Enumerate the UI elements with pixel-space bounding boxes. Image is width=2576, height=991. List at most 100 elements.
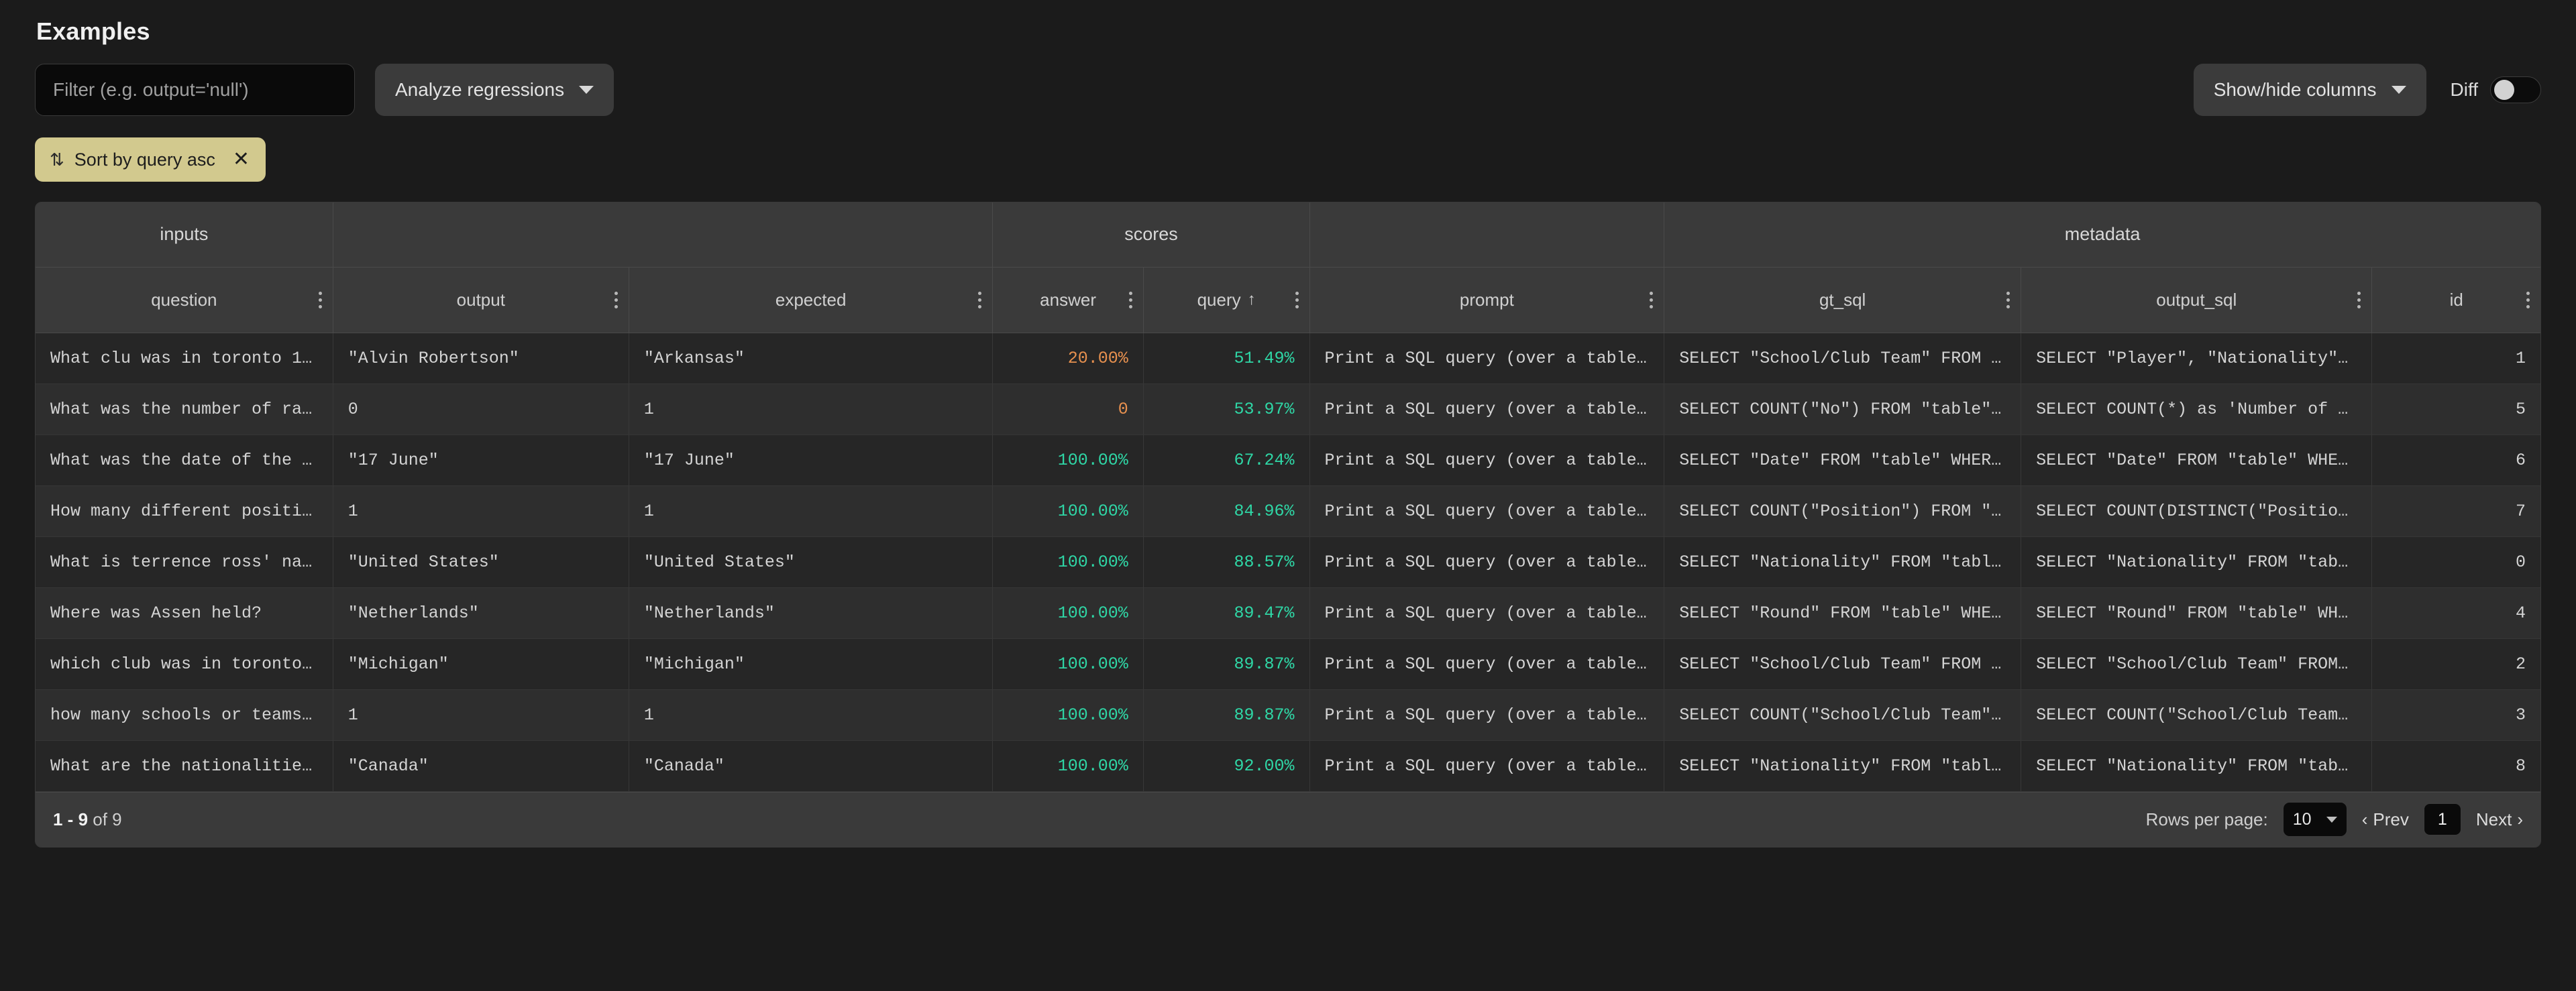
cell-expected[interactable]: "Canada" — [629, 740, 994, 792]
cell-prompt[interactable]: Print a SQL query (over a table … — [1309, 740, 1665, 792]
cell-answer[interactable]: 100.00% — [992, 536, 1144, 588]
show-hide-columns-button[interactable]: Show/hide columns — [2193, 64, 2426, 116]
column-menu-icon[interactable] — [1650, 291, 1654, 308]
cell-output-sql[interactable]: SELECT "Round" FROM "table" WHER… — [2021, 587, 2373, 639]
column-header-id[interactable]: id — [2371, 267, 2540, 333]
cell-prompt[interactable]: Print a SQL query (over a table … — [1309, 333, 1665, 384]
cell-output[interactable]: "17 June" — [333, 434, 629, 486]
table-row[interactable]: how many schools or teams had ja…11100.0… — [36, 689, 2540, 741]
cell-query[interactable]: 88.57% — [1143, 536, 1310, 588]
cell-question[interactable]: What clu was in toronto 1995-96 — [36, 333, 333, 384]
column-header-output-sql[interactable]: output_sql — [2021, 267, 2373, 333]
cell-id[interactable]: 7 — [2371, 485, 2540, 537]
column-menu-icon[interactable] — [978, 291, 982, 308]
cell-answer[interactable]: 100.00% — [992, 740, 1144, 792]
cell-gt-sql[interactable]: SELECT COUNT("Position") FROM "t… — [1664, 485, 2022, 537]
cell-output-sql[interactable]: SELECT "Date" FROM "table" WHERE… — [2021, 434, 2373, 486]
cell-id[interactable]: 6 — [2371, 434, 2540, 486]
cell-id[interactable]: 1 — [2371, 333, 2540, 384]
cell-expected[interactable]: "Arkansas" — [629, 333, 994, 384]
cell-answer[interactable]: 100.00% — [992, 485, 1144, 537]
cell-prompt[interactable]: Print a SQL query (over a table … — [1309, 384, 1665, 435]
cell-question[interactable]: What was the date of the race in… — [36, 434, 333, 486]
table-row[interactable]: What was the number of race that…01053.9… — [36, 384, 2540, 435]
rows-per-page-select[interactable]: 10 — [2282, 802, 2347, 837]
cell-question[interactable]: What was the number of race that… — [36, 384, 333, 435]
cell-id[interactable]: 4 — [2371, 587, 2540, 639]
next-page-button[interactable]: Next › — [2476, 809, 2523, 830]
cell-id[interactable]: 3 — [2371, 689, 2540, 741]
cell-question[interactable]: Where was Assen held? — [36, 587, 333, 639]
cell-gt-sql[interactable]: SELECT "School/Club Team" FROM "… — [1664, 333, 2022, 384]
cell-output[interactable]: 0 — [333, 384, 629, 435]
cell-output-sql[interactable]: SELECT COUNT("School/Club Team")… — [2021, 689, 2373, 741]
cell-query[interactable]: 92.00% — [1143, 740, 1310, 792]
cell-output-sql[interactable]: SELECT COUNT(DISTINCT("Position"… — [2021, 485, 2373, 537]
cell-gt-sql[interactable]: SELECT COUNT("School/Club Team")… — [1664, 689, 2022, 741]
cell-output[interactable]: 1 — [333, 485, 629, 537]
column-menu-icon[interactable] — [1295, 291, 1299, 308]
cell-output[interactable]: "Netherlands" — [333, 587, 629, 639]
cell-expected[interactable]: 1 — [629, 384, 994, 435]
column-header-expected[interactable]: expected — [629, 267, 994, 333]
cell-expected[interactable]: 1 — [629, 485, 994, 537]
page-number-input[interactable]: 1 — [2423, 803, 2461, 835]
cell-query[interactable]: 84.96% — [1143, 485, 1310, 537]
close-icon[interactable]: ✕ — [233, 150, 250, 170]
cell-answer[interactable]: 100.00% — [992, 689, 1144, 741]
cell-expected[interactable]: "United States" — [629, 536, 994, 588]
table-row[interactable]: How many different positions did…11100.0… — [36, 485, 2540, 537]
table-row[interactable]: Where was Assen held? "Netherlands" "Nethe… — [36, 587, 2540, 639]
column-menu-icon[interactable] — [2006, 291, 2010, 308]
cell-gt-sql[interactable]: SELECT "Round" FROM "table" WHER… — [1664, 587, 2022, 639]
analyze-regressions-button[interactable]: Analyze regressions — [375, 64, 614, 116]
table-row[interactable]: What is terrence ross' nationali…"United… — [36, 536, 2540, 588]
cell-output-sql[interactable]: SELECT "Player", "Nationality", … — [2021, 333, 2373, 384]
cell-prompt[interactable]: Print a SQL query (over a table … — [1309, 638, 1665, 690]
column-header-answer[interactable]: answer — [992, 267, 1144, 333]
sort-chip[interactable]: ⇅ Sort by query asc ✕ — [35, 137, 266, 182]
column-header-gt-sql[interactable]: gt_sql — [1664, 267, 2022, 333]
cell-id[interactable]: 2 — [2371, 638, 2540, 690]
column-header-query[interactable]: query ↑ — [1143, 267, 1310, 333]
column-menu-icon[interactable] — [1128, 291, 1132, 308]
cell-question[interactable]: What is terrence ross' nationali… — [36, 536, 333, 588]
cell-id[interactable]: 5 — [2371, 384, 2540, 435]
cell-prompt[interactable]: Print a SQL query (over a table … — [1309, 689, 1665, 741]
cell-question[interactable]: how many schools or teams had ja… — [36, 689, 333, 741]
cell-prompt[interactable]: Print a SQL query (over a table … — [1309, 485, 1665, 537]
cell-gt-sql[interactable]: SELECT "Nationality" FROM "table… — [1664, 536, 2022, 588]
cell-query[interactable]: 89.47% — [1143, 587, 1310, 639]
cell-output-sql[interactable]: SELECT "Nationality" FROM "table… — [2021, 536, 2373, 588]
cell-output[interactable]: "United States" — [333, 536, 629, 588]
column-header-question[interactable]: question — [36, 267, 333, 333]
cell-answer[interactable]: 100.00% — [992, 638, 1144, 690]
cell-id[interactable]: 0 — [2371, 536, 2540, 588]
cell-output-sql[interactable]: SELECT "School/Club Team" FROM "… — [2021, 638, 2373, 690]
cell-query[interactable]: 67.24% — [1143, 434, 1310, 486]
table-row[interactable]: What are the nationalities of th…"Canada… — [36, 740, 2540, 792]
cell-prompt[interactable]: Print a SQL query (over a table … — [1309, 434, 1665, 486]
cell-output-sql[interactable]: SELECT COUNT(*) as 'Number of Ra… — [2021, 384, 2373, 435]
prev-page-button[interactable]: ‹ Prev — [2362, 809, 2409, 830]
cell-prompt[interactable]: Print a SQL query (over a table … — [1309, 536, 1665, 588]
cell-query[interactable]: 89.87% — [1143, 689, 1310, 741]
column-menu-icon[interactable] — [2357, 291, 2361, 308]
cell-query[interactable]: 89.87% — [1143, 638, 1310, 690]
diff-toggle[interactable] — [2490, 76, 2541, 103]
cell-query[interactable]: 53.97% — [1143, 384, 1310, 435]
cell-answer[interactable]: 100.00% — [992, 434, 1144, 486]
column-menu-icon[interactable] — [2526, 291, 2530, 308]
cell-answer[interactable]: 100.00% — [992, 587, 1144, 639]
filter-input[interactable] — [35, 64, 355, 116]
cell-expected[interactable]: 1 — [629, 689, 994, 741]
cell-gt-sql[interactable]: SELECT "Nationality" FROM "table… — [1664, 740, 2022, 792]
cell-output[interactable]: 1 — [333, 689, 629, 741]
cell-question[interactable]: How many different positions did… — [36, 485, 333, 537]
cell-id[interactable]: 8 — [2371, 740, 2540, 792]
column-header-output[interactable]: output — [333, 267, 629, 333]
cell-gt-sql[interactable]: SELECT "Date" FROM "table" WHERE… — [1664, 434, 2022, 486]
cell-gt-sql[interactable]: SELECT COUNT("No") FROM "table" … — [1664, 384, 2022, 435]
cell-query[interactable]: 51.49% — [1143, 333, 1310, 384]
cell-expected[interactable]: "Michigan" — [629, 638, 994, 690]
